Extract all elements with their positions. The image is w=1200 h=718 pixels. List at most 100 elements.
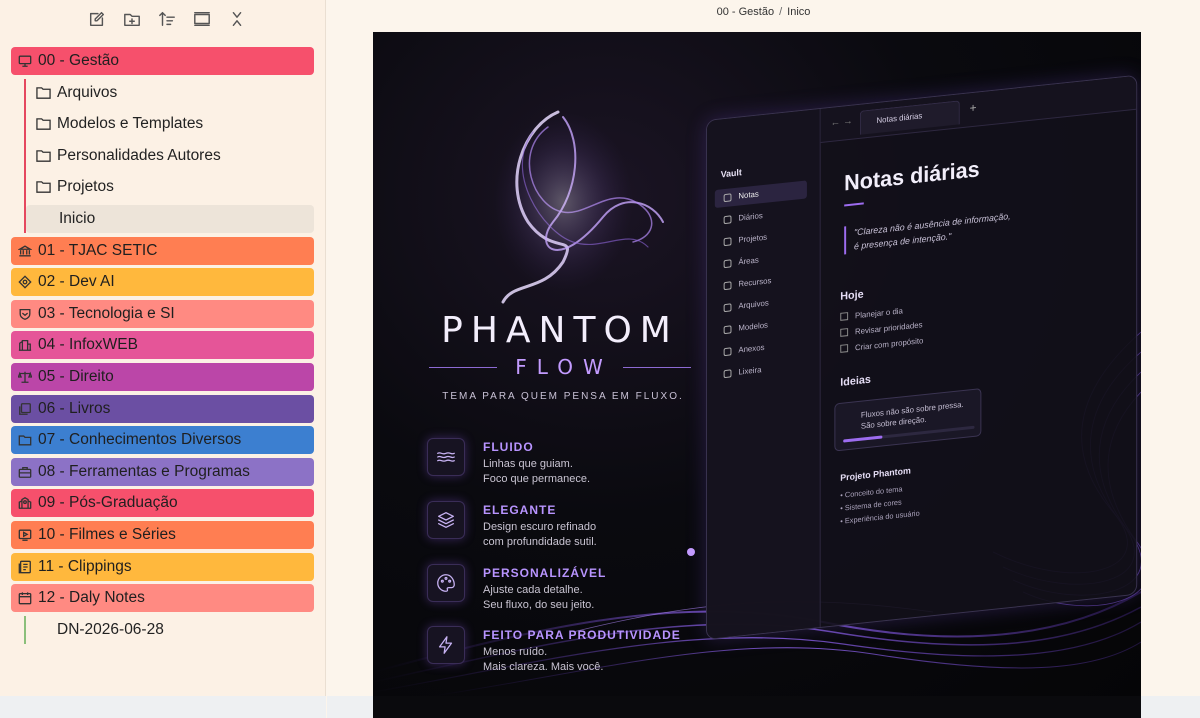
main-footer [327,696,1200,718]
folder-item[interactable]: 09 - Pós-Graduação [11,489,314,518]
gestao-children: Arquivos Modelos e Templates Personalidade… [24,78,314,233]
folder-label: 11 - Clippings [38,557,132,575]
mockup-heading: Notas diárias [844,156,980,196]
mockup-nav-label: Lixeira [738,365,762,377]
new-note-icon[interactable] [86,8,108,30]
item-label: Personalidades Autores [57,146,221,164]
feature-title: FLUIDO [483,440,534,454]
mockup-nav-label: Notas [738,189,759,201]
folder-label: 08 - Ferramentas e Programas [38,462,250,480]
new-folder-icon[interactable] [121,8,143,30]
mockup-quote: "Clareza não é ausência de informação, é… [844,208,1011,255]
breadcrumb-current[interactable]: Inico [787,6,810,18]
breadcrumb-parent[interactable]: 00 - Gestão [717,6,774,18]
folder-label: 06 - Livros [38,399,111,417]
feature-title: PERSONALIZÁVEL [483,566,607,580]
mockup-nav-label: Projetos [738,232,768,245]
mockup-idea-card: Fluxos não são sobre pressa. São sobre d… [834,388,982,452]
mockup-sidebar: Vault Notas Diários Projetos Áreas Recursos A… [706,108,821,639]
sort-icon[interactable] [156,8,178,30]
hero-tagline: TEMA PARA QUEM PENSA EM FLUXO. [442,391,684,402]
app-mockup: Vault Notas Diários Projetos Áreas Recursos A… [706,74,1138,640]
mockup-vault-label: Vault [720,167,742,180]
mockup-nav-label: Arquivos [738,298,769,311]
mockup-today-heading: Hoje [840,288,864,303]
mockup-nav-icon [723,193,732,203]
folder-item[interactable]: 05 - Direito [11,362,314,391]
mockup-nav-icon [723,347,732,357]
folder-label: 12 - Daly Notes [38,589,145,607]
mockup-ideas-heading: Ideias [840,373,871,389]
close-icon[interactable] [226,8,248,30]
tree-indent-rail [24,78,26,233]
hero-image-overflow [373,696,1141,718]
bank-icon [17,243,33,259]
subfolder-item[interactable]: Modelos e Templates [24,110,314,138]
play-icon [17,527,33,543]
hero-image: PHANTOM FLOW TEMA PARA QUEM PENSA EM FLU… [373,32,1141,696]
breadcrumb-separator: / [779,6,783,18]
school-icon [17,495,33,511]
mockup-plus-icon: + [969,100,977,116]
mockup-nav-icon [723,237,732,247]
breadcrumb: 00 - Gestão / Inico [327,6,1200,18]
folder-icon [36,148,52,164]
main-pane: 00 - Gestão / Inico PHANTOM FLOW TEMA PA… [327,0,1200,718]
subfolder-item[interactable]: Projetos [24,173,314,201]
folder-item[interactable]: 12 - Daly Notes [11,584,314,613]
mockup-nav-icon [723,215,732,225]
folder-item[interactable]: 01 - TJAC SETIC [11,236,314,265]
hero-title: PHANTOM [441,310,679,351]
folder-item[interactable]: 02 - Dev AI [11,268,314,297]
mockup-nav-label: Anexos [738,342,765,355]
mockup-nav-label: Modelos [738,320,768,333]
folder-item[interactable]: 00 - Gestão [11,47,314,75]
folder-item[interactable]: 10 - Filmes e Séries [11,520,314,549]
subfolder-item[interactable]: Personalidades Autores [24,142,314,170]
note-item[interactable]: DN-2026-06-28 [24,616,314,644]
mockup-back-forward-icon: ← → [830,115,853,129]
folder-label: 05 - Direito [38,367,114,385]
books-icon [17,401,33,417]
folder-label: 04 - InfoxWEB [38,336,138,354]
mockup-nav-label: Áreas [738,255,759,267]
folder-icon [36,85,52,101]
mockup-idea-progress-fill [843,435,883,443]
collapse-all-icon[interactable] [191,8,213,30]
note-item[interactable]: Inicio [26,204,314,233]
sidebar-footer [0,696,326,718]
feature-desc: Menos ruído. Mais clareza. Mais você. [483,646,604,673]
dev-icon [17,274,33,290]
item-label: DN-2026-06-28 [57,620,164,638]
folder-item[interactable]: 11 - Clippings [11,552,314,581]
waves-icon [427,438,465,476]
mockup-content: Notas diárias "Clareza não é ausência de… [821,110,1137,627]
feature-produtividade: FEITO PARA PRODUTIVIDADE Menos ruído. Ma… [427,626,727,676]
folder-item[interactable]: 06 - Livros [11,394,314,423]
mockup-heading-underline [844,202,864,207]
folder-item[interactable]: 08 - Ferramentas e Programas [11,457,314,486]
file-explorer-sidebar: 00 - Gestão Arquivos Modelos e Templates Pe… [0,0,326,718]
folder-label: 01 - TJAC SETIC [38,241,158,259]
folder-icon [36,179,52,195]
mockup-nav-icon [723,369,732,379]
folder-icon [17,432,33,448]
folder-label: 02 - Dev AI [38,273,115,291]
folder-label: 07 - Conhecimentos Diversos [38,431,242,449]
folder-item[interactable]: 07 - Conhecimentos Diversos [11,426,314,455]
mockup-nav-icon [723,325,732,335]
hero-subtitle: FLOW [515,355,613,379]
subfolder-item[interactable]: Arquivos [24,79,314,107]
folder-label: 03 - Tecnologia e SI [38,304,175,322]
folder-item[interactable]: 03 - Tecnologia e SI [11,299,314,328]
feature-elegante: ELEGANTE Design escuro refinado com prof… [427,501,727,551]
layers-icon [427,501,465,539]
bolt-icon [427,626,465,664]
daly-children: DN-2026-06-28 [24,615,314,644]
subtitle-rule-left [429,366,498,368]
feature-personalizavel: PERSONALIZÁVEL Ajuste cada detalhe. Seu … [427,564,727,614]
folder-label: 00 - Gestão [38,52,119,69]
feature-desc: Linhas que guiam. Foco que permanece. [483,458,591,485]
item-label: Projetos [57,178,114,196]
folder-item[interactable]: 04 - InfoxWEB [11,331,314,360]
